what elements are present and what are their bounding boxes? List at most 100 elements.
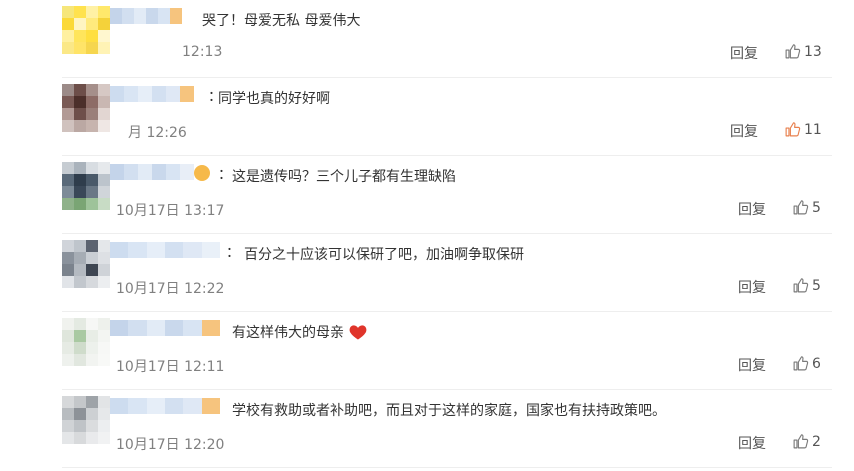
like-count: 11 [804, 122, 822, 138]
thumbs-up-icon [793, 278, 809, 293]
reply-button[interactable]: 回复 [738, 355, 766, 375]
like-count: 5 [812, 278, 821, 294]
comment-item: 有这样伟大的母亲 10月17日 12:11 回复 6 [0, 312, 854, 390]
username-mosaic-cell [166, 86, 180, 102]
avatar-mosaic-cell [74, 30, 86, 42]
avatar-mosaic-cell [86, 420, 98, 432]
username-mosaic-cell [152, 86, 166, 102]
avatar-mosaic-cell [74, 120, 86, 132]
avatar-mosaic-cell [74, 432, 86, 444]
username-blurred[interactable] [110, 398, 220, 416]
avatar-mosaic-cell [98, 354, 110, 366]
comment-item: ：这是遗传吗？三个儿子都有生理缺陷 10月17日 13:17 回复 5 [0, 156, 854, 234]
username-mosaic-cell [124, 86, 138, 102]
avatar-mosaic-cell [62, 120, 74, 132]
avatar-mosaic-cell [98, 6, 110, 18]
reply-button[interactable]: 回复 [738, 277, 766, 297]
avatar-mosaic-cell [86, 408, 98, 420]
like-button[interactable]: 5 [792, 198, 836, 220]
reply-button[interactable]: 回复 [738, 433, 766, 453]
avatar-mosaic-cell [74, 396, 86, 408]
avatar-mosaic-cell [62, 264, 74, 276]
thumbs-up-icon [785, 122, 801, 137]
username-blurred[interactable] [110, 86, 194, 104]
like-count: 5 [812, 200, 821, 216]
username-mosaic-cell [201, 242, 220, 258]
comment-timestamp: 10月17日 13:17 [116, 203, 225, 219]
avatar-mosaic-cell [86, 264, 98, 276]
avatar-mosaic-cell [74, 42, 86, 54]
username-mosaic-cell [110, 320, 129, 336]
avatar-mosaic-cell [86, 30, 98, 42]
avatar[interactable] [62, 84, 110, 132]
avatar-mosaic-cell [98, 162, 110, 174]
avatar-mosaic-cell [62, 96, 74, 108]
avatar-mosaic-cell [62, 186, 74, 198]
avatar-mosaic-cell [86, 84, 98, 96]
like-button[interactable]: 11 [784, 120, 828, 142]
avatar-mosaic-cell [62, 18, 74, 30]
reply-button[interactable]: 回复 [730, 43, 758, 63]
avatar-mosaic-cell [98, 120, 110, 132]
username-mosaic-cell [122, 8, 134, 24]
avatar-mosaic-cell [98, 198, 110, 210]
avatar-mosaic-cell [74, 342, 86, 354]
avatar-mosaic-cell [74, 174, 86, 186]
username-mosaic-cell [166, 164, 180, 180]
avatar-mosaic-cell [86, 42, 98, 54]
username-mosaic-cell [110, 164, 124, 180]
username-blurred[interactable] [110, 242, 220, 260]
like-count: 13 [804, 44, 822, 60]
avatar-mosaic-cell [74, 198, 86, 210]
like-count: 6 [812, 356, 821, 372]
avatar-mosaic-cell [62, 198, 74, 210]
avatar-mosaic-cell [86, 162, 98, 174]
username-mosaic-cell [165, 398, 184, 414]
like-button[interactable]: 6 [792, 354, 836, 376]
avatar-mosaic-cell [86, 108, 98, 120]
username-blurred[interactable] [110, 164, 194, 182]
avatar-mosaic-cell [62, 108, 74, 120]
username-blurred[interactable] [110, 8, 182, 26]
avatar-mosaic-cell [74, 18, 86, 30]
avatar-mosaic-cell [74, 96, 86, 108]
avatar[interactable] [62, 318, 110, 366]
avatar-mosaic-cell [62, 330, 74, 342]
username-mosaic-cell [146, 398, 166, 414]
avatar-mosaic-cell [62, 42, 74, 54]
username-blurred[interactable] [110, 320, 220, 338]
avatar[interactable] [62, 396, 110, 444]
avatar-mosaic-cell [74, 108, 86, 120]
comment-timestamp: 12:13 [182, 44, 223, 60]
avatar-mosaic-cell [74, 276, 86, 288]
heart-emoji [348, 322, 368, 342]
avatar-mosaic-cell [98, 408, 110, 420]
avatar-mosaic-cell [74, 186, 86, 198]
avatar[interactable] [62, 6, 110, 54]
avatar-mosaic-cell [62, 354, 74, 366]
username-mosaic-cell [180, 86, 194, 102]
username-mosaic-cell [146, 320, 166, 336]
thumbs-up-icon [793, 356, 809, 371]
user-badge-emoji [194, 165, 210, 181]
username-mosaic-cell [170, 8, 182, 24]
like-button[interactable]: 2 [792, 432, 836, 454]
avatar-mosaic-cell [62, 420, 74, 432]
avatar-mosaic-cell [74, 240, 86, 252]
like-button[interactable]: 5 [792, 276, 836, 298]
reply-button[interactable]: 回复 [730, 121, 758, 141]
avatar[interactable] [62, 240, 110, 288]
comment-timestamp: 月 12:26 [128, 125, 187, 141]
username-mosaic-cell [165, 320, 184, 336]
username-mosaic-cell [138, 86, 152, 102]
avatar-mosaic-cell [86, 276, 98, 288]
username-mosaic-cell [124, 164, 138, 180]
username-mosaic-cell [128, 398, 148, 414]
avatar-mosaic-cell [62, 162, 74, 174]
like-button[interactable]: 13 [784, 42, 828, 64]
comment-item: 学校有救助或者补助吧，而且对于这样的家庭，国家也有扶持政策吧。 10月17日 12… [0, 390, 854, 468]
avatar[interactable] [62, 162, 110, 210]
avatar-mosaic-cell [74, 84, 86, 96]
reply-button[interactable]: 回复 [738, 199, 766, 219]
avatar-mosaic-cell [86, 120, 98, 132]
